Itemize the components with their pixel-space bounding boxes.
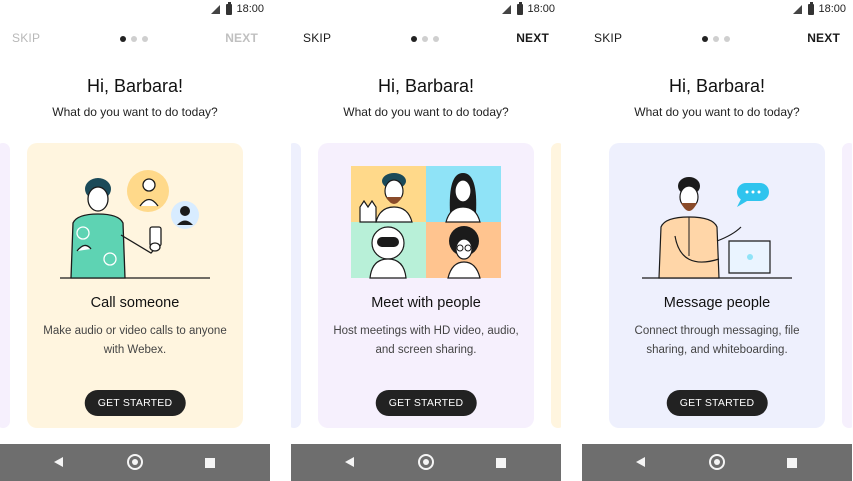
next-button[interactable]: NEXT xyxy=(225,31,258,45)
greeting-subtitle: What do you want to do today? xyxy=(52,105,218,119)
card-title: Meet with people xyxy=(371,295,481,311)
greeting-title: Hi, Barbara! xyxy=(668,76,766,96)
call-illustration-icon xyxy=(60,170,210,279)
card-description: Host meetings with HD video, audio, and … xyxy=(333,325,519,356)
home-icon[interactable] xyxy=(709,454,725,470)
feature-card-meet[interactable]: Meet with people Host meetings with HD v… xyxy=(318,143,534,428)
get-started-button[interactable]: GET STARTED xyxy=(84,390,186,416)
page-dot-2 xyxy=(131,36,137,42)
onboarding-top-nav: SKIP NEXT xyxy=(582,31,852,47)
battery-icon xyxy=(808,2,814,15)
page-dot-1 xyxy=(702,36,708,42)
next-card-peek[interactable] xyxy=(551,143,561,428)
status-time: 18:00 xyxy=(818,3,846,15)
screenshot-strip: 18:00 SKIP NEXT Hi, Barbara! What do you… xyxy=(0,0,853,481)
page-dot-1 xyxy=(411,36,417,42)
recent-apps-icon[interactable] xyxy=(496,458,506,468)
page-dot-1 xyxy=(120,36,126,42)
get-started-button[interactable]: GET STARTED xyxy=(666,390,768,416)
page-dot-2 xyxy=(422,36,428,42)
page-dot-2 xyxy=(713,36,719,42)
back-icon[interactable] xyxy=(636,457,645,467)
battery-icon xyxy=(517,2,523,15)
greeting-subtitle: What do you want to do today? xyxy=(343,105,509,119)
card-title: Call someone xyxy=(90,295,180,311)
android-nav-bar xyxy=(0,444,270,481)
signal-icon xyxy=(502,5,511,14)
next-button[interactable]: NEXT xyxy=(516,31,549,45)
message-illustration-icon xyxy=(642,177,792,279)
meeting-illustration-icon xyxy=(351,166,501,279)
signal-icon xyxy=(793,5,802,14)
skip-button[interactable]: SKIP xyxy=(303,31,331,45)
android-nav-bar xyxy=(582,444,852,481)
page-indicator xyxy=(411,36,439,42)
onboarding-top-nav: SKIP NEXT xyxy=(291,31,561,47)
home-icon[interactable] xyxy=(418,454,434,470)
feature-card-call[interactable]: Call someone Make audio or video calls t… xyxy=(27,143,243,428)
get-started-button[interactable]: GET STARTED xyxy=(375,390,477,416)
skip-button[interactable]: SKIP xyxy=(12,31,40,45)
onboarding-top-nav: SKIP NEXT xyxy=(0,31,270,47)
previous-card-peek[interactable] xyxy=(0,143,10,428)
card-description: Connect through messaging, file sharing,… xyxy=(634,325,800,356)
skip-button[interactable]: SKIP xyxy=(594,31,622,45)
back-icon[interactable] xyxy=(54,457,63,467)
feature-card-message[interactable]: Message people Connect through messaging… xyxy=(609,143,825,428)
card-title: Message people xyxy=(663,295,771,311)
onboarding-screen-message: 18:00 SKIP NEXT Hi, Barbara! What do you… xyxy=(582,0,852,481)
next-button[interactable]: NEXT xyxy=(807,31,840,45)
page-dot-3 xyxy=(724,36,730,42)
greeting-subtitle: What do you want to do today? xyxy=(634,105,800,119)
home-icon[interactable] xyxy=(127,454,143,470)
greeting-title: Hi, Barbara! xyxy=(377,76,475,96)
status-bar: 18:00 xyxy=(0,0,270,20)
recent-apps-icon[interactable] xyxy=(205,458,215,468)
status-time: 18:00 xyxy=(236,3,264,15)
onboarding-screen-meet: 18:00 SKIP NEXT Hi, Barbara! What do you… xyxy=(291,0,561,481)
recent-apps-icon[interactable] xyxy=(787,458,797,468)
back-icon[interactable] xyxy=(345,457,354,467)
page-indicator xyxy=(120,36,148,42)
android-nav-bar xyxy=(291,444,561,481)
card-description: Make audio or video calls to anyone with… xyxy=(43,325,227,356)
greeting-title: Hi, Barbara! xyxy=(86,76,184,96)
next-card-peek[interactable] xyxy=(842,143,852,428)
status-bar: 18:00 xyxy=(582,0,852,20)
signal-icon xyxy=(211,5,220,14)
previous-card-peek[interactable] xyxy=(291,143,301,428)
onboarding-screen-call: 18:00 SKIP NEXT Hi, Barbara! What do you… xyxy=(0,0,270,481)
status-bar: 18:00 xyxy=(291,0,561,20)
status-time: 18:00 xyxy=(527,3,555,15)
battery-icon xyxy=(226,2,232,15)
page-indicator xyxy=(702,36,730,42)
page-dot-3 xyxy=(433,36,439,42)
page-dot-3 xyxy=(142,36,148,42)
